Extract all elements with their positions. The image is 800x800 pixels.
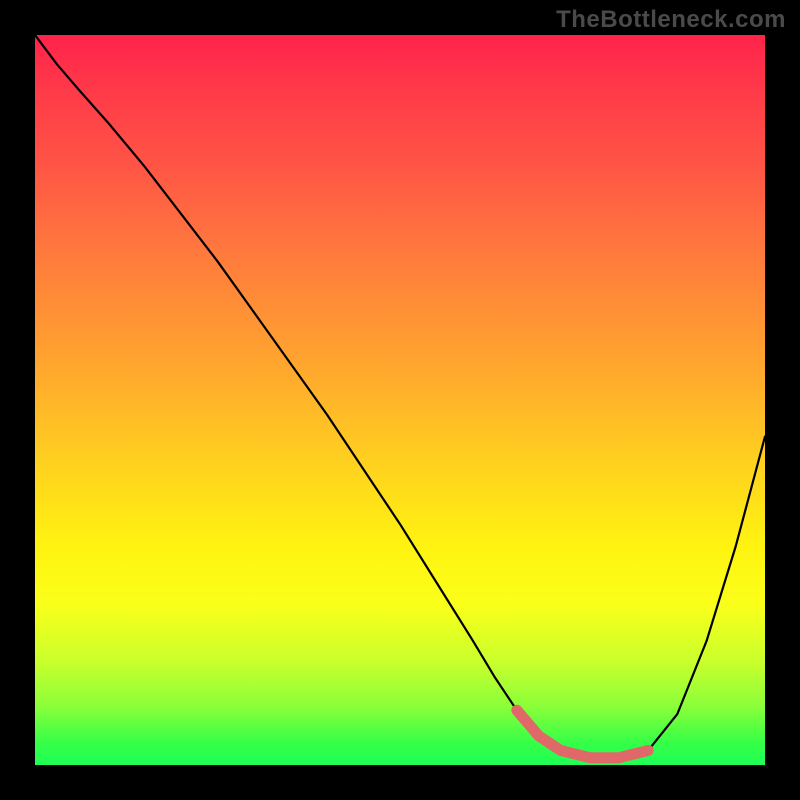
bottleneck-curve <box>35 35 765 758</box>
minimum-highlight <box>517 710 648 757</box>
chart-plot-area <box>35 35 765 765</box>
chart-svg <box>35 35 765 765</box>
watermark-text: TheBottleneck.com <box>556 6 786 34</box>
